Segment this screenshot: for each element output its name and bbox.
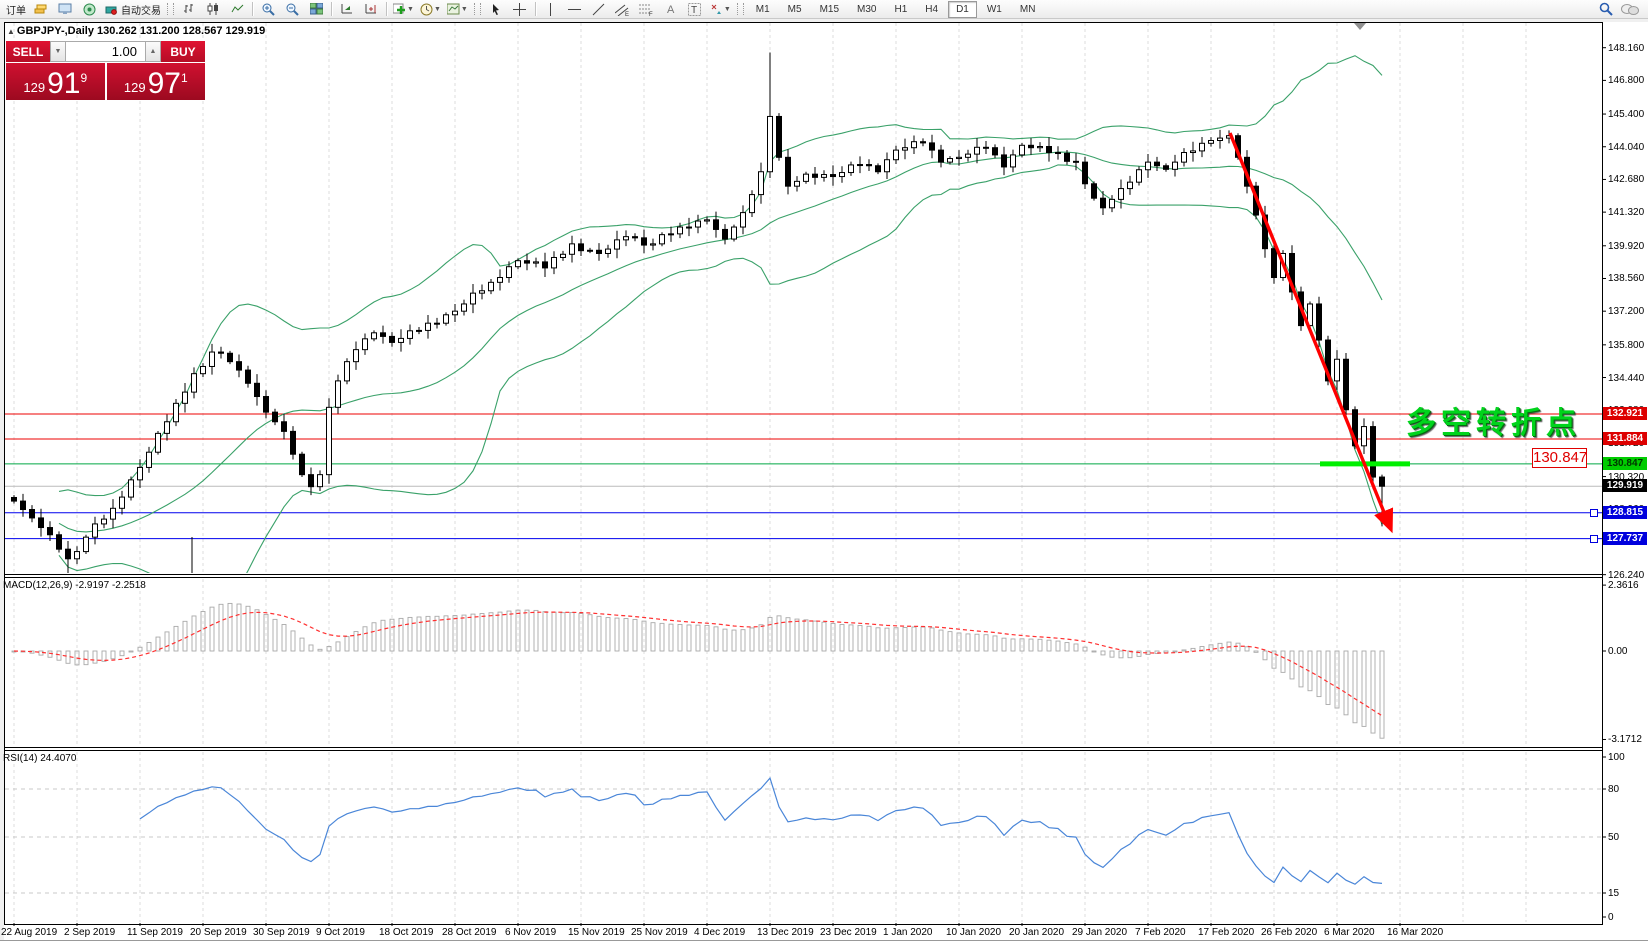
buy-button[interactable]: BUY: [161, 41, 205, 62]
date-tick-label: 23 Dec 2019: [820, 927, 877, 938]
line-drag-handle[interactable]: [1590, 535, 1598, 543]
date-tick-label: 17 Feb 2020: [1198, 927, 1254, 938]
symbol-title: GBPJPY-,Daily: [17, 25, 94, 37]
symbol-icon: ▲: [7, 27, 15, 36]
price-tick-label: 142.680: [1608, 174, 1644, 185]
sell-button[interactable]: SELL: [6, 41, 50, 62]
date-tick-label: 29 Jan 2020: [1072, 927, 1127, 938]
chart-shift-marker-icon[interactable]: [1354, 23, 1366, 30]
date-tick-label: 9 Oct 2019: [316, 927, 365, 938]
date-tick-label: 20 Sep 2019: [190, 927, 247, 938]
macd-tick-label: -3.1712: [1608, 734, 1642, 745]
mt4-terminal: 订单 自动交易: [0, 0, 1648, 941]
price-tick-label: 138.560: [1608, 273, 1644, 284]
rsi-pane: [5, 778, 1602, 893]
rsi-tick-label: 80: [1608, 784, 1619, 795]
date-tick-label: 20 Jan 2020: [1009, 927, 1064, 938]
macd-label: MACD(12,26,9) -2.9197 -2.2518: [3, 580, 146, 591]
price-level-tag: 127.737: [1603, 532, 1647, 545]
date-tick-label: 6 Mar 2020: [1324, 927, 1375, 938]
volume-decrease-button[interactable]: ▼: [50, 41, 66, 62]
chart-canvas[interactable]: [0, 0, 1648, 940]
rsi-line: [140, 778, 1382, 884]
price-level-tag: 128.815: [1603, 506, 1647, 519]
trend-arrow: [1230, 133, 1390, 527]
main-pane: [5, 53, 1602, 606]
sell-price-base: 129: [23, 80, 45, 95]
date-tick-label: 10 Jan 2020: [946, 927, 1001, 938]
price-tick-label: 137.200: [1608, 306, 1644, 317]
chart-header: ▲GBPJPY-,Daily 130.262 131.200 128.567 1…: [7, 25, 265, 37]
date-tick-label: 16 Mar 2020: [1387, 927, 1443, 938]
sell-price-point: 9: [80, 71, 87, 85]
date-tick-label: 13 Dec 2019: [757, 927, 814, 938]
price-level-tag: 131.884: [1603, 432, 1647, 445]
turning-point-annotation[interactable]: 多空转折点: [1406, 398, 1581, 442]
price-tick-label: 148.160: [1608, 43, 1644, 54]
date-tick-label: 7 Feb 2020: [1135, 927, 1186, 938]
date-tick-label: 6 Nov 2019: [505, 927, 556, 938]
date-tick-label: 15 Nov 2019: [568, 927, 625, 938]
price-tick-label: 139.920: [1608, 241, 1644, 252]
price-tick-label: 141.320: [1608, 207, 1644, 218]
volume-increase-button[interactable]: ▲: [145, 41, 161, 62]
one-click-trading-panel: SELL ▼ 1.00 ▲ BUY 129 91 9 129 97 1: [6, 41, 205, 100]
price-box-annotation[interactable]: 130.847: [1532, 448, 1587, 468]
date-tick-label: 4 Dec 2019: [694, 927, 745, 938]
price-level-tag: 132.921: [1603, 407, 1647, 420]
buy-price-tile[interactable]: 129 97 1: [107, 63, 206, 100]
date-tick-label: 25 Nov 2019: [631, 927, 688, 938]
date-tick-label: 2 Sep 2019: [64, 927, 115, 938]
date-tick-label: 28 Oct 2019: [442, 927, 496, 938]
line-drag-handle[interactable]: [1590, 509, 1598, 517]
price-tick-label: 135.800: [1608, 340, 1644, 351]
sell-price-tile[interactable]: 129 91 9: [6, 63, 105, 100]
date-tick-label: 1 Jan 2020: [883, 927, 933, 938]
rsi-tick-label: 15: [1608, 888, 1619, 899]
buy-price-point: 1: [181, 71, 188, 85]
ohlc-values: 130.262 131.200 128.567 129.919: [97, 25, 265, 37]
date-tick-label: 26 Feb 2020: [1261, 927, 1317, 938]
sell-price-pips: 91: [47, 71, 80, 97]
date-tick-label: 22 Aug 2019: [1, 927, 57, 938]
macd-tick-label: 2.3616: [1608, 580, 1639, 591]
price-level-tag: 129.919: [1603, 479, 1647, 492]
price-tick-label: 145.400: [1608, 109, 1644, 120]
candles-layer: [12, 53, 1385, 577]
price-tick-label: 146.800: [1608, 75, 1644, 86]
bollinger-band-line: [59, 152, 1382, 532]
rsi-tick-label: 50: [1608, 832, 1619, 843]
date-tick-label: 18 Oct 2019: [379, 927, 433, 938]
price-tick-label: 134.440: [1608, 373, 1644, 384]
date-tick-label: 30 Sep 2019: [253, 927, 310, 938]
date-tick-label: 11 Sep 2019: [127, 927, 183, 938]
volume-input[interactable]: 1.00: [66, 41, 145, 62]
buy-price-pips: 97: [148, 71, 181, 97]
price-level-tag: 130.847: [1603, 457, 1647, 470]
buy-price-base: 129: [124, 80, 146, 95]
macd-pane: [12, 603, 1384, 738]
price-tick-label: 144.040: [1608, 142, 1644, 153]
macd-tick-label: 0.00: [1608, 646, 1627, 657]
rsi-tick-label: 0: [1608, 912, 1614, 923]
rsi-label: RSI(14) 24.4070: [3, 753, 76, 764]
rsi-tick-label: 100: [1608, 752, 1625, 763]
